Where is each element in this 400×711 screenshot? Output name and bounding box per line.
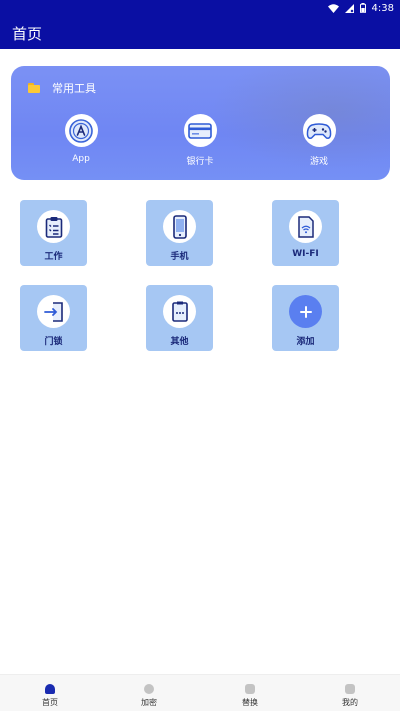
tile-label: WI-FI xyxy=(292,249,319,259)
status-bar: 4:38 xyxy=(0,0,400,16)
encrypt-icon xyxy=(144,684,154,694)
tile-label: 门锁 xyxy=(44,337,63,347)
tool-bank-card[interactable]: 银行卡 xyxy=(160,114,240,167)
status-icons: 4:38 xyxy=(327,1,394,15)
gamepad-icon xyxy=(302,114,336,147)
page-title: 首页 xyxy=(12,25,43,43)
other-icon xyxy=(163,295,196,328)
tile-label: 其他 xyxy=(170,337,189,347)
tile-label: 手机 xyxy=(170,252,189,262)
tile-label: 工作 xyxy=(44,252,63,262)
door-login-icon xyxy=(37,295,70,328)
common-tools-card: 常用工具 App 银行卡 游戏 xyxy=(11,66,390,180)
tile-add[interactable]: 添加 xyxy=(272,285,339,351)
folder-icon xyxy=(28,83,40,93)
wifi-icon xyxy=(327,3,339,13)
app-store-icon xyxy=(64,114,98,147)
home-icon xyxy=(45,684,55,694)
nav-label: 替换 xyxy=(242,698,258,707)
phone-icon xyxy=(163,210,196,243)
tile-work[interactable]: 工作 xyxy=(20,200,87,266)
nav-label: 我的 xyxy=(342,698,358,707)
tile-phone[interactable]: 手机 xyxy=(146,200,213,266)
card-header: 常用工具 xyxy=(28,80,96,96)
tool-label: 游戏 xyxy=(309,157,328,167)
bottom-nav: 首页 加密 替换 我的 xyxy=(0,674,400,711)
nav-label: 加密 xyxy=(141,698,157,707)
battery-icon xyxy=(359,3,366,13)
nav-item-home[interactable]: 首页 xyxy=(20,684,80,708)
clock-text: 4:38 xyxy=(371,2,394,14)
bank-card-icon xyxy=(183,114,217,147)
replace-icon xyxy=(245,684,255,694)
tile-door-lock[interactable]: 门锁 xyxy=(20,285,87,351)
nav-item-encrypt[interactable]: 加密 xyxy=(119,684,179,708)
nav-item-replace[interactable]: 替换 xyxy=(220,684,280,708)
app-bar: 首页 xyxy=(0,16,400,49)
tile-label: 添加 xyxy=(296,337,315,347)
nav-label: 首页 xyxy=(42,698,58,707)
wifi-file-icon xyxy=(289,210,322,243)
tool-label: App xyxy=(72,154,90,164)
tool-game[interactable]: 游戏 xyxy=(279,114,359,167)
clipboard-icon xyxy=(37,210,70,243)
tool-app[interactable]: App xyxy=(41,114,121,164)
profile-icon xyxy=(345,684,355,694)
card-title: 常用工具 xyxy=(52,82,96,95)
tool-label: 银行卡 xyxy=(186,157,214,167)
signal-icon xyxy=(344,3,354,13)
tile-wifi[interactable]: WI-FI xyxy=(272,200,339,266)
nav-item-mine[interactable]: 我的 xyxy=(320,684,380,708)
add-icon xyxy=(289,295,322,328)
tile-other[interactable]: 其他 xyxy=(146,285,213,351)
